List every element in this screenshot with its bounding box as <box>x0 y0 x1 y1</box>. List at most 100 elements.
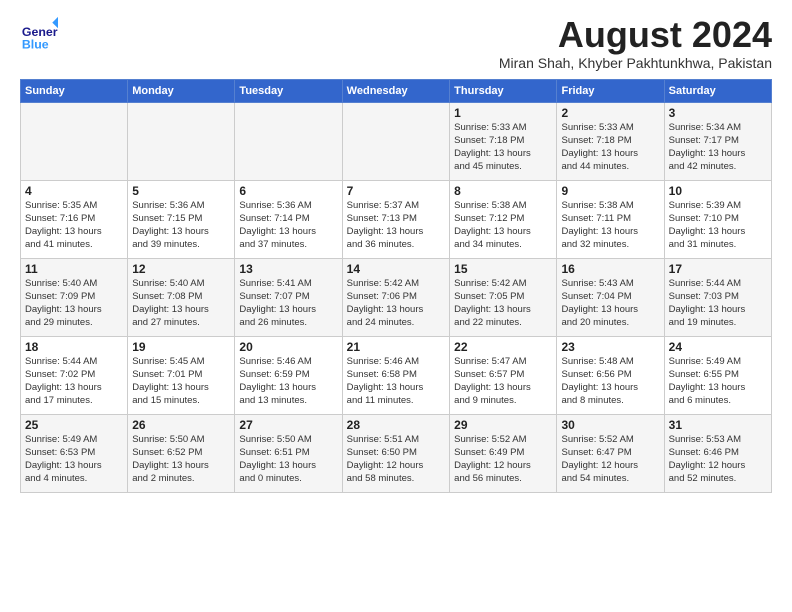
day-info: Sunrise: 5:43 AM Sunset: 7:04 PM Dayligh… <box>561 277 659 330</box>
day-number: 29 <box>454 418 552 432</box>
weekday-row: SundayMondayTuesdayWednesdayThursdayFrid… <box>21 79 772 102</box>
day-number: 30 <box>561 418 659 432</box>
calendar-cell: 19Sunrise: 5:45 AM Sunset: 7:01 PM Dayli… <box>128 336 235 414</box>
calendar-row: 18Sunrise: 5:44 AM Sunset: 7:02 PM Dayli… <box>21 336 772 414</box>
weekday-header-wednesday: Wednesday <box>342 79 449 102</box>
day-info: Sunrise: 5:44 AM Sunset: 7:03 PM Dayligh… <box>669 277 767 330</box>
calendar-cell: 13Sunrise: 5:41 AM Sunset: 7:07 PM Dayli… <box>235 258 342 336</box>
calendar-cell: 28Sunrise: 5:51 AM Sunset: 6:50 PM Dayli… <box>342 414 449 492</box>
logo: General Blue <box>20 15 62 53</box>
weekday-header-monday: Monday <box>128 79 235 102</box>
day-number: 28 <box>347 418 445 432</box>
day-info: Sunrise: 5:37 AM Sunset: 7:13 PM Dayligh… <box>347 199 445 252</box>
calendar-cell: 16Sunrise: 5:43 AM Sunset: 7:04 PM Dayli… <box>557 258 664 336</box>
weekday-header-friday: Friday <box>557 79 664 102</box>
calendar-cell: 25Sunrise: 5:49 AM Sunset: 6:53 PM Dayli… <box>21 414 128 492</box>
calendar-cell: 10Sunrise: 5:39 AM Sunset: 7:10 PM Dayli… <box>664 180 771 258</box>
day-info: Sunrise: 5:38 AM Sunset: 7:11 PM Dayligh… <box>561 199 659 252</box>
calendar-cell: 15Sunrise: 5:42 AM Sunset: 7:05 PM Dayli… <box>450 258 557 336</box>
day-info: Sunrise: 5:40 AM Sunset: 7:08 PM Dayligh… <box>132 277 230 330</box>
weekday-header-thursday: Thursday <box>450 79 557 102</box>
calendar-cell: 21Sunrise: 5:46 AM Sunset: 6:58 PM Dayli… <box>342 336 449 414</box>
calendar-cell: 20Sunrise: 5:46 AM Sunset: 6:59 PM Dayli… <box>235 336 342 414</box>
calendar-cell: 7Sunrise: 5:37 AM Sunset: 7:13 PM Daylig… <box>342 180 449 258</box>
day-info: Sunrise: 5:35 AM Sunset: 7:16 PM Dayligh… <box>25 199 123 252</box>
calendar-cell: 4Sunrise: 5:35 AM Sunset: 7:16 PM Daylig… <box>21 180 128 258</box>
calendar-cell: 1Sunrise: 5:33 AM Sunset: 7:18 PM Daylig… <box>450 102 557 180</box>
day-info: Sunrise: 5:51 AM Sunset: 6:50 PM Dayligh… <box>347 433 445 486</box>
calendar-cell: 11Sunrise: 5:40 AM Sunset: 7:09 PM Dayli… <box>21 258 128 336</box>
weekday-header-saturday: Saturday <box>664 79 771 102</box>
calendar-cell <box>235 102 342 180</box>
calendar-row: 11Sunrise: 5:40 AM Sunset: 7:09 PM Dayli… <box>21 258 772 336</box>
calendar-cell: 12Sunrise: 5:40 AM Sunset: 7:08 PM Dayli… <box>128 258 235 336</box>
day-number: 5 <box>132 184 230 198</box>
day-number: 19 <box>132 340 230 354</box>
day-number: 13 <box>239 262 337 276</box>
day-info: Sunrise: 5:42 AM Sunset: 7:05 PM Dayligh… <box>454 277 552 330</box>
calendar-cell: 24Sunrise: 5:49 AM Sunset: 6:55 PM Dayli… <box>664 336 771 414</box>
day-number: 4 <box>25 184 123 198</box>
day-info: Sunrise: 5:34 AM Sunset: 7:17 PM Dayligh… <box>669 121 767 174</box>
day-number: 16 <box>561 262 659 276</box>
day-number: 24 <box>669 340 767 354</box>
calendar-cell: 9Sunrise: 5:38 AM Sunset: 7:11 PM Daylig… <box>557 180 664 258</box>
day-number: 2 <box>561 106 659 120</box>
day-info: Sunrise: 5:36 AM Sunset: 7:14 PM Dayligh… <box>239 199 337 252</box>
calendar-row: 4Sunrise: 5:35 AM Sunset: 7:16 PM Daylig… <box>21 180 772 258</box>
day-info: Sunrise: 5:49 AM Sunset: 6:53 PM Dayligh… <box>25 433 123 486</box>
day-number: 6 <box>239 184 337 198</box>
day-number: 3 <box>669 106 767 120</box>
calendar-cell <box>342 102 449 180</box>
day-info: Sunrise: 5:38 AM Sunset: 7:12 PM Dayligh… <box>454 199 552 252</box>
calendar-cell: 3Sunrise: 5:34 AM Sunset: 7:17 PM Daylig… <box>664 102 771 180</box>
calendar-cell: 30Sunrise: 5:52 AM Sunset: 6:47 PM Dayli… <box>557 414 664 492</box>
day-info: Sunrise: 5:48 AM Sunset: 6:56 PM Dayligh… <box>561 355 659 408</box>
day-info: Sunrise: 5:50 AM Sunset: 6:51 PM Dayligh… <box>239 433 337 486</box>
calendar-row: 25Sunrise: 5:49 AM Sunset: 6:53 PM Dayli… <box>21 414 772 492</box>
day-info: Sunrise: 5:50 AM Sunset: 6:52 PM Dayligh… <box>132 433 230 486</box>
day-info: Sunrise: 5:49 AM Sunset: 6:55 PM Dayligh… <box>669 355 767 408</box>
calendar-row: 1Sunrise: 5:33 AM Sunset: 7:18 PM Daylig… <box>21 102 772 180</box>
day-number: 20 <box>239 340 337 354</box>
day-number: 31 <box>669 418 767 432</box>
calendar-cell: 18Sunrise: 5:44 AM Sunset: 7:02 PM Dayli… <box>21 336 128 414</box>
svg-text:Blue: Blue <box>22 37 49 51</box>
day-info: Sunrise: 5:33 AM Sunset: 7:18 PM Dayligh… <box>561 121 659 174</box>
day-number: 17 <box>669 262 767 276</box>
month-title: August 2024 <box>499 15 772 55</box>
calendar-cell: 27Sunrise: 5:50 AM Sunset: 6:51 PM Dayli… <box>235 414 342 492</box>
calendar-table: SundayMondayTuesdayWednesdayThursdayFrid… <box>20 79 772 493</box>
day-number: 8 <box>454 184 552 198</box>
day-number: 7 <box>347 184 445 198</box>
day-info: Sunrise: 5:33 AM Sunset: 7:18 PM Dayligh… <box>454 121 552 174</box>
page-header: General Blue August 2024 Miran Shah, Khy… <box>20 15 772 71</box>
location-subtitle: Miran Shah, Khyber Pakhtunkhwa, Pakistan <box>499 55 772 71</box>
calendar-cell <box>128 102 235 180</box>
logo-icon: General Blue <box>20 15 58 53</box>
weekday-header-sunday: Sunday <box>21 79 128 102</box>
calendar-cell: 22Sunrise: 5:47 AM Sunset: 6:57 PM Dayli… <box>450 336 557 414</box>
day-info: Sunrise: 5:53 AM Sunset: 6:46 PM Dayligh… <box>669 433 767 486</box>
calendar-cell: 8Sunrise: 5:38 AM Sunset: 7:12 PM Daylig… <box>450 180 557 258</box>
day-info: Sunrise: 5:46 AM Sunset: 6:59 PM Dayligh… <box>239 355 337 408</box>
calendar-header: SundayMondayTuesdayWednesdayThursdayFrid… <box>21 79 772 102</box>
day-info: Sunrise: 5:44 AM Sunset: 7:02 PM Dayligh… <box>25 355 123 408</box>
title-block: August 2024 Miran Shah, Khyber Pakhtunkh… <box>499 15 772 71</box>
day-info: Sunrise: 5:52 AM Sunset: 6:49 PM Dayligh… <box>454 433 552 486</box>
day-info: Sunrise: 5:52 AM Sunset: 6:47 PM Dayligh… <box>561 433 659 486</box>
calendar-cell: 14Sunrise: 5:42 AM Sunset: 7:06 PM Dayli… <box>342 258 449 336</box>
day-number: 12 <box>132 262 230 276</box>
calendar-cell: 26Sunrise: 5:50 AM Sunset: 6:52 PM Dayli… <box>128 414 235 492</box>
day-number: 25 <box>25 418 123 432</box>
day-info: Sunrise: 5:45 AM Sunset: 7:01 PM Dayligh… <box>132 355 230 408</box>
calendar-cell: 23Sunrise: 5:48 AM Sunset: 6:56 PM Dayli… <box>557 336 664 414</box>
day-number: 18 <box>25 340 123 354</box>
calendar-body: 1Sunrise: 5:33 AM Sunset: 7:18 PM Daylig… <box>21 102 772 492</box>
calendar-cell <box>21 102 128 180</box>
day-number: 11 <box>25 262 123 276</box>
day-info: Sunrise: 5:42 AM Sunset: 7:06 PM Dayligh… <box>347 277 445 330</box>
day-number: 27 <box>239 418 337 432</box>
day-number: 14 <box>347 262 445 276</box>
day-number: 21 <box>347 340 445 354</box>
